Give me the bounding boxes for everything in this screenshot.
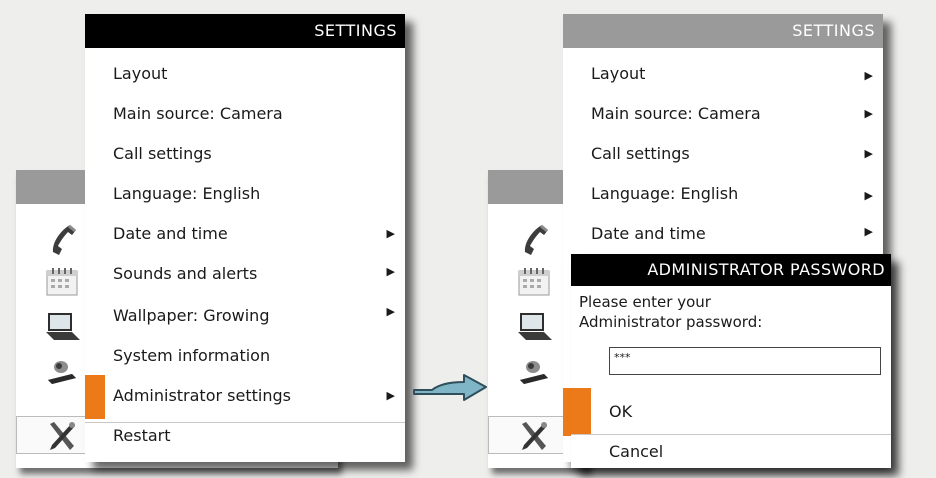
menu-item-label: System information [113,346,271,365]
ok-button[interactable]: OK [609,402,632,422]
left-settings-menu: SETTINGS Layout Main source: Camera Call… [85,14,405,462]
menu-item-admin-settings[interactable]: Administrator settings ▶ [113,376,405,416]
cancel-button[interactable]: Cancel [609,442,663,462]
phone-icon[interactable] [516,222,552,262]
transition-arrow-icon [413,374,487,401]
menu-item-label: Date and time [113,224,228,243]
menu-item-date-time[interactable]: Date and time ▶ [113,214,405,254]
selection-indicator [571,388,591,434]
selection-indicator [85,375,105,419]
dialog-title: ADMINISTRATOR PASSWORD [571,254,891,286]
menu-item-label: Main source: Camera [113,104,283,123]
menu-item-label: Language: English [113,184,261,203]
camera-icon[interactable] [44,354,80,392]
menu-item-date-time[interactable]: Date and time ▶ [591,214,883,254]
submenu-arrow-icon: ▶ [386,305,395,318]
calendar-icon[interactable] [44,266,82,302]
phone-icon[interactable] [44,222,80,262]
submenu-arrow-icon: ▶ [864,189,873,202]
tools-icon[interactable] [44,420,78,456]
left-menu-title: SETTINGS [85,14,405,48]
menu-item-layout[interactable]: Layout ▶ [591,54,883,94]
submenu-arrow-icon: ▶ [864,225,873,238]
dialog-divider [571,434,891,435]
menu-item-language[interactable]: Language: English [113,174,405,214]
menu-item-label: Restart [113,426,171,445]
submenu-arrow-icon: ▶ [386,227,395,240]
menu-item-call-settings[interactable]: Call settings [113,134,405,174]
menu-item-label: Layout [113,64,168,83]
submenu-arrow-icon: ▶ [864,69,873,82]
menu-item-main-source[interactable]: Main source: Camera [113,94,405,134]
menu-item-label: Call settings [113,144,212,163]
menu-item-label: Date and time [591,224,706,243]
menu-item-restart[interactable]: Restart [113,416,405,456]
right-menu-title: SETTINGS [563,14,883,48]
submenu-arrow-icon: ▶ [864,147,873,160]
laptop-icon[interactable] [516,310,554,348]
menu-item-label: Administrator settings [113,386,291,405]
tools-icon[interactable] [516,420,550,456]
menu-item-label: Sounds and alerts [113,264,258,283]
submenu-arrow-icon: ▶ [864,107,873,120]
menu-item-language[interactable]: Language: English ▶ [591,174,883,214]
menu-item-label: Call settings [591,144,690,163]
menu-item-label: Language: English [591,184,739,203]
menu-item-label: Main source: Camera [591,104,761,123]
menu-item-call-settings[interactable]: Call settings ▶ [591,134,883,174]
password-field[interactable]: *** [609,347,881,375]
menu-item-wallpaper[interactable]: Wallpaper: Growing ▶ [113,296,405,336]
admin-password-dialog: ADMINISTRATOR PASSWORD Please enter your… [571,254,891,468]
laptop-icon[interactable] [44,310,82,348]
menu-item-sounds-alerts[interactable]: Sounds and alerts ▶ [113,254,405,294]
menu-item-system-info[interactable]: System information [113,336,405,376]
submenu-arrow-icon: ▶ [386,389,395,402]
menu-item-label: Layout [591,64,646,83]
prompt-line-1: Please enter your [579,293,711,311]
menu-item-label: Wallpaper: Growing [113,306,270,325]
menu-item-layout[interactable]: Layout [113,54,405,94]
prompt-line-2: Administrator password: [579,313,763,331]
menu-item-main-source[interactable]: Main source: Camera ▶ [591,94,883,134]
camera-icon[interactable] [516,354,552,392]
dialog-prompt: Please enter your Administrator password… [579,292,762,332]
calendar-icon[interactable] [516,266,554,302]
submenu-arrow-icon: ▶ [386,265,395,278]
